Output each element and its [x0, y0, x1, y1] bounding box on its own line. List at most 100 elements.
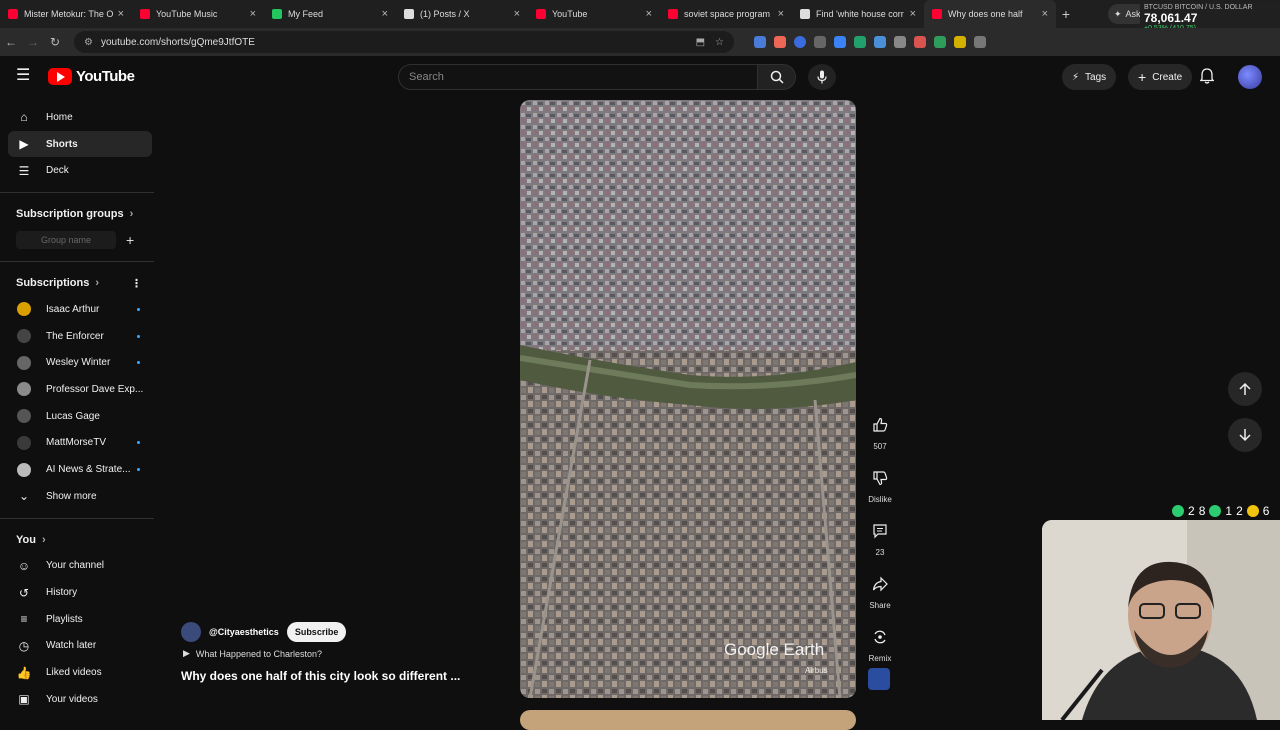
sidebar-item-deck[interactable]: ☰ Deck — [8, 157, 152, 184]
subscription-item[interactable]: Wesley Winter — [8, 349, 152, 376]
dislike-button[interactable] — [865, 463, 895, 493]
extension-icon[interactable] — [874, 36, 886, 48]
extension-icon[interactable] — [814, 36, 826, 48]
tab-title: (1) Posts / X — [420, 9, 470, 19]
channel-avatar — [17, 435, 31, 450]
tiktok-favicon-icon — [800, 9, 810, 19]
extension-icon[interactable] — [854, 36, 866, 48]
subscription-item[interactable]: AI News & Strate... — [8, 456, 152, 483]
youtube-header: ☰ YouTube Search ⚡ Tags + Create — [0, 56, 1280, 98]
voice-search-button[interactable] — [808, 64, 836, 90]
channel-avatar — [17, 355, 31, 370]
site-info-icon[interactable]: ⚙ — [84, 37, 93, 48]
browser-tab[interactable]: Mister Metokur: The O × — [0, 0, 132, 28]
install-icon[interactable]: ⬒ — [696, 37, 705, 48]
subscription-item[interactable]: The Enforcer — [8, 323, 152, 350]
puzzle-icon[interactable] — [974, 36, 986, 48]
sidebar-item-liked-videos[interactable]: 👍 Liked videos — [8, 659, 152, 686]
short-video-player[interactable]: Google Earth Airbus — [520, 100, 856, 698]
close-tab-icon[interactable]: × — [250, 8, 256, 20]
group-name-input[interactable]: Group name — [16, 231, 116, 250]
forward-arrow-icon[interactable]: → — [22, 35, 44, 49]
sidebar-item-history[interactable]: ↺ History — [8, 579, 152, 606]
create-button[interactable]: + Create — [1128, 64, 1193, 90]
new-content-dot — [137, 307, 140, 311]
new-tab-button[interactable]: + — [1056, 6, 1076, 22]
add-group-icon[interactable]: + — [126, 232, 134, 248]
reload-icon[interactable]: ↻ — [44, 35, 66, 49]
extension-icon[interactable] — [894, 36, 906, 48]
browser-tab[interactable]: soviet space program × — [660, 0, 792, 28]
share-button[interactable] — [865, 569, 895, 599]
section-title: Subscriptions — [16, 277, 90, 290]
browser-tab[interactable]: YouTube Music × — [132, 0, 264, 28]
like-button[interactable] — [865, 410, 895, 440]
tags-label: Tags — [1085, 71, 1107, 83]
subscribe-button[interactable]: Subscribe — [286, 622, 347, 642]
youtube-logo[interactable]: YouTube — [48, 68, 135, 85]
close-tab-icon[interactable]: × — [118, 8, 124, 20]
close-tab-icon[interactable]: × — [514, 8, 520, 20]
next-short-button[interactable] — [1228, 418, 1262, 452]
extension-icon[interactable] — [934, 36, 946, 48]
bookmark-star-icon[interactable]: ☆ — [715, 37, 724, 48]
address-bar[interactable]: ⚙ youtube.com/shorts/gQme9JtfOTE ⬒ ☆ — [74, 31, 734, 53]
subscription-item[interactable]: Lucas Gage — [8, 403, 152, 430]
next-short-preview[interactable] — [520, 710, 856, 730]
close-tab-icon[interactable]: × — [646, 8, 652, 20]
previous-short-button[interactable] — [1228, 372, 1262, 406]
overlay-count: 2 — [1188, 504, 1195, 518]
channel-avatar[interactable] — [181, 622, 201, 642]
you-header[interactable]: You › — [0, 527, 154, 553]
sidebar-item-shorts[interactable]: ▶ Shorts — [8, 130, 152, 158]
subscription-item[interactable]: Isaac Arthur — [8, 296, 152, 323]
new-content-dot — [137, 468, 140, 472]
sidebar-item-home[interactable]: ⌂ Home — [8, 104, 152, 131]
sidebar-item-watch-later[interactable]: ◷ Watch later — [8, 633, 152, 660]
close-tab-icon[interactable]: × — [382, 8, 388, 20]
search-button[interactable] — [758, 64, 796, 90]
browser-tab[interactable]: (1) Posts / X × — [396, 0, 528, 28]
extension-icon[interactable] — [774, 36, 786, 48]
subscription-groups-header[interactable]: Subscription groups › — [0, 201, 154, 227]
your-videos-icon: ▣ — [18, 692, 30, 707]
sidebar-item-your-videos[interactable]: ▣ Your videos — [8, 686, 152, 713]
remix-button[interactable] — [865, 622, 895, 652]
extension-icon[interactable] — [954, 36, 966, 48]
channel-handle[interactable]: @Cityaesthetics — [209, 627, 279, 637]
browser-tab-active[interactable]: Why does one half × — [924, 0, 1056, 28]
extension-icon[interactable] — [914, 36, 926, 48]
sidebar: ⌂ Home ▶ Shorts ☰ Deck Subscription groups ›… — [0, 98, 154, 720]
overlay-count: 6 — [1262, 504, 1270, 518]
browser-tab[interactable]: My Feed × — [264, 0, 396, 28]
share-action: Share — [864, 569, 896, 610]
search-input[interactable]: Search — [398, 64, 758, 90]
sound-channel-thumbnail[interactable] — [868, 668, 890, 690]
related-video-link[interactable]: ▶ What Happened to Charleston? — [181, 648, 501, 659]
channel-name: Isaac Arthur — [46, 303, 100, 315]
close-tab-icon[interactable]: × — [778, 8, 784, 20]
short-title[interactable]: Why does one half of this city look so d… — [181, 669, 501, 683]
channel-avatar — [17, 462, 31, 477]
extension-icon[interactable] — [794, 36, 806, 48]
close-tab-icon[interactable]: × — [1042, 8, 1048, 20]
tags-button[interactable]: ⚡ Tags — [1062, 64, 1117, 90]
sidebar-item-your-channel[interactable]: ☺ Your channel — [8, 553, 152, 580]
extension-icon[interactable] — [834, 36, 846, 48]
account-avatar[interactable] — [1238, 65, 1262, 89]
satellite-city-image — [520, 100, 856, 698]
sidebar-item-playlists[interactable]: ≡ Playlists — [8, 606, 152, 633]
notifications-button[interactable] — [1199, 68, 1215, 89]
browser-tab[interactable]: YouTube × — [528, 0, 660, 28]
extension-icon[interactable] — [754, 36, 766, 48]
more-vertical-icon[interactable]: ⋮ — [131, 277, 142, 290]
subscriptions-header[interactable]: Subscriptions › ⋮ — [0, 270, 154, 296]
show-more-button[interactable]: ⌄ Show more — [8, 483, 152, 510]
subscription-item[interactable]: Professor Dave Exp... — [8, 376, 152, 403]
back-arrow-icon[interactable]: ← — [0, 35, 22, 49]
close-tab-icon[interactable]: × — [910, 8, 916, 20]
menu-icon[interactable]: ☰ — [16, 68, 32, 84]
subscription-item[interactable]: MattMorseTV — [8, 430, 152, 457]
comments-button[interactable] — [865, 516, 895, 546]
browser-tab[interactable]: Find 'white house corr × — [792, 0, 924, 28]
